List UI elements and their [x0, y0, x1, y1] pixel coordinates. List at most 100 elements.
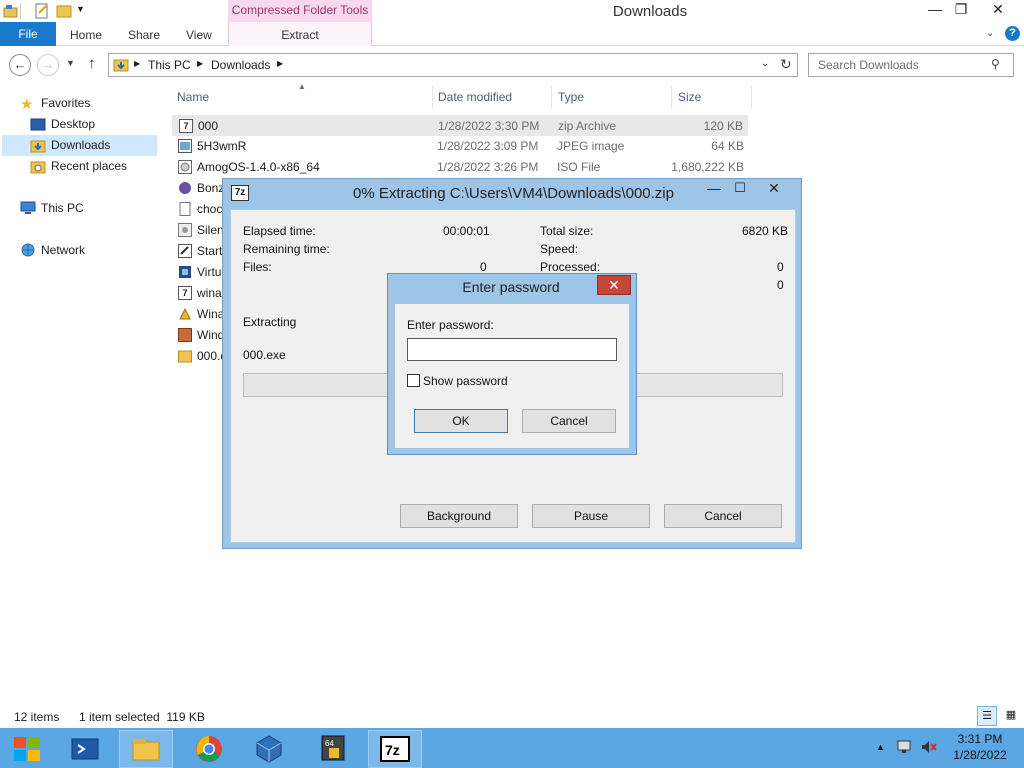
nav-this-pc[interactable]: This PC: [41, 198, 84, 218]
background-button[interactable]: Background: [400, 504, 518, 528]
compression-ratio-value: 0: [777, 278, 784, 292]
taskbar-file-explorer[interactable]: [119, 730, 173, 768]
address-history-chevron-icon[interactable]: ⌄: [761, 58, 769, 69]
table-row[interactable]: 7 wina: [172, 283, 222, 304]
file-explorer-icon: [132, 739, 160, 761]
tab-home[interactable]: Home: [70, 28, 102, 42]
chrome-icon: [196, 736, 222, 762]
breadcrumb-downloads[interactable]: Downloads: [211, 58, 270, 72]
bonzi-icon: [178, 181, 192, 198]
tab-view[interactable]: View: [186, 28, 212, 42]
column-divider[interactable]: [671, 86, 672, 108]
file-type: zip Archive: [558, 119, 617, 133]
cancel-extraction-button[interactable]: Cancel: [664, 504, 782, 528]
column-divider[interactable]: [551, 86, 552, 108]
taskbar-7zip[interactable]: 7z: [368, 730, 422, 768]
nav-network[interactable]: Network: [41, 240, 85, 260]
pause-button[interactable]: Pause: [532, 504, 650, 528]
ok-button[interactable]: OK: [414, 409, 508, 433]
volume-muted-icon[interactable]: [920, 739, 938, 758]
downloads-icon: [30, 138, 46, 157]
file-name: Silen: [197, 223, 224, 237]
window-title: Downloads: [612, 3, 688, 20]
taskbar-powershell[interactable]: [58, 730, 112, 768]
taskbar-chrome[interactable]: [182, 730, 236, 768]
table-row[interactable]: Bonz: [172, 178, 225, 199]
column-header-date[interactable]: Date modified: [438, 88, 512, 108]
tab-extract[interactable]: Extract: [228, 22, 372, 46]
password-dialog: Enter password ✕ Enter password: Show pa…: [387, 273, 637, 455]
column-divider[interactable]: [751, 86, 752, 108]
table-row[interactable]: Wind: [172, 325, 224, 346]
item-count: 12 items: [14, 710, 60, 724]
dialog-minimize-button[interactable]: —: [701, 180, 727, 196]
column-divider[interactable]: [432, 86, 433, 108]
table-row[interactable]: Virtu: [172, 262, 222, 283]
file-size: 64 KB: [711, 139, 744, 153]
windows-installer-icon: [178, 328, 192, 345]
details-view-icon[interactable]: ☰: [977, 706, 997, 726]
search-input[interactable]: Search Downloads: [818, 58, 919, 72]
table-row[interactable]: Silen: [172, 220, 224, 241]
table-row[interactable]: Start: [172, 241, 222, 262]
taskbar-virtualbox[interactable]: [242, 730, 296, 768]
table-row[interactable]: 5H3wmR 1/28/2022 3:09 PM JPEG image 64 K…: [172, 136, 748, 157]
recent-locations-chevron-icon[interactable]: ▼: [66, 58, 75, 68]
forward-button[interactable]: →: [37, 54, 59, 76]
nav-downloads[interactable]: Downloads: [51, 135, 110, 155]
7zip-archive-icon: 7: [179, 119, 193, 133]
table-row[interactable]: choc: [172, 199, 222, 220]
file-tab[interactable]: File: [0, 22, 56, 46]
properties-icon[interactable]: [34, 3, 50, 19]
customize-qat-chevron-icon[interactable]: ▼: [76, 4, 85, 14]
search-box[interactable]: Search Downloads ⚲: [808, 53, 1014, 77]
file-date: 1/28/2022 3:30 PM: [438, 119, 540, 133]
password-input[interactable]: [407, 338, 617, 361]
elapsed-time-value: 00:00:01: [443, 224, 490, 238]
file-name: Start: [197, 244, 223, 258]
minimize-button[interactable]: —: [922, 0, 948, 20]
maximize-button[interactable]: ❐: [948, 0, 974, 20]
tab-share[interactable]: Share: [128, 28, 160, 42]
nav-desktop[interactable]: Desktop: [51, 114, 95, 134]
nav-favorites[interactable]: Favorites: [41, 93, 90, 113]
column-header-name[interactable]: Name: [177, 88, 209, 108]
file-type: ISO File: [557, 160, 601, 174]
table-row[interactable]: Wina: [172, 304, 224, 325]
expand-ribbon-chevron-icon[interactable]: ⌄: [986, 28, 994, 39]
password-dialog-close-button[interactable]: ✕: [597, 275, 631, 295]
refresh-icon[interactable]: ↻: [780, 56, 792, 73]
back-button[interactable]: ←: [9, 54, 31, 76]
table-row[interactable]: 7 000 1/28/2022 3:30 PM zip Archive 120 …: [172, 115, 748, 136]
help-icon[interactable]: ?: [1005, 26, 1020, 41]
file-name: 000: [198, 119, 219, 133]
breadcrumb-this-pc[interactable]: This PC: [148, 58, 191, 72]
table-row[interactable]: AmogOS-1.4.0-x86_64 1/28/2022 3:26 PM IS…: [172, 157, 748, 178]
recent-places-icon: [30, 159, 46, 178]
extraction-dialog-titlebar[interactable]: 7z 0% Extracting C:\Users\VM4\Downloads\…: [223, 179, 801, 207]
new-folder-icon[interactable]: [56, 3, 72, 19]
up-arrow-icon[interactable]: ↑: [88, 55, 96, 72]
show-password-label[interactable]: Show password: [423, 374, 508, 388]
downloads-folder-icon: [113, 57, 129, 76]
taskbar-clock[interactable]: 3:31 PM 1/28/2022: [944, 731, 1016, 763]
large-icons-view-icon[interactable]: ▦: [1001, 706, 1021, 726]
column-header-size[interactable]: Size: [678, 88, 701, 108]
nav-recent-places[interactable]: Recent places: [51, 156, 127, 176]
close-button[interactable]: ✕: [976, 0, 1020, 20]
dialog-maximize-button[interactable]: ☐: [727, 180, 753, 196]
file-name: Bonz: [197, 181, 225, 195]
table-row[interactable]: 000.e: [172, 346, 227, 367]
cancel-button[interactable]: Cancel: [522, 409, 616, 433]
show-hidden-icons-chevron-icon[interactable]: ▲: [876, 742, 885, 752]
column-header-type[interactable]: Type: [558, 88, 584, 108]
network-tray-icon[interactable]: [897, 739, 915, 758]
search-icon[interactable]: ⚲: [991, 57, 1000, 71]
taskbar-hex-editor[interactable]: 64: [306, 730, 360, 768]
file-size: 1,680,222 KB: [671, 160, 744, 174]
explorer-icon[interactable]: [3, 3, 19, 19]
address-bar[interactable]: ▶ This PC ▶ Downloads ▶ ⌄ ↻: [108, 53, 798, 77]
show-password-checkbox[interactable]: [407, 374, 420, 387]
start-button[interactable]: [8, 733, 48, 768]
dialog-close-button[interactable]: ✕: [759, 180, 789, 197]
